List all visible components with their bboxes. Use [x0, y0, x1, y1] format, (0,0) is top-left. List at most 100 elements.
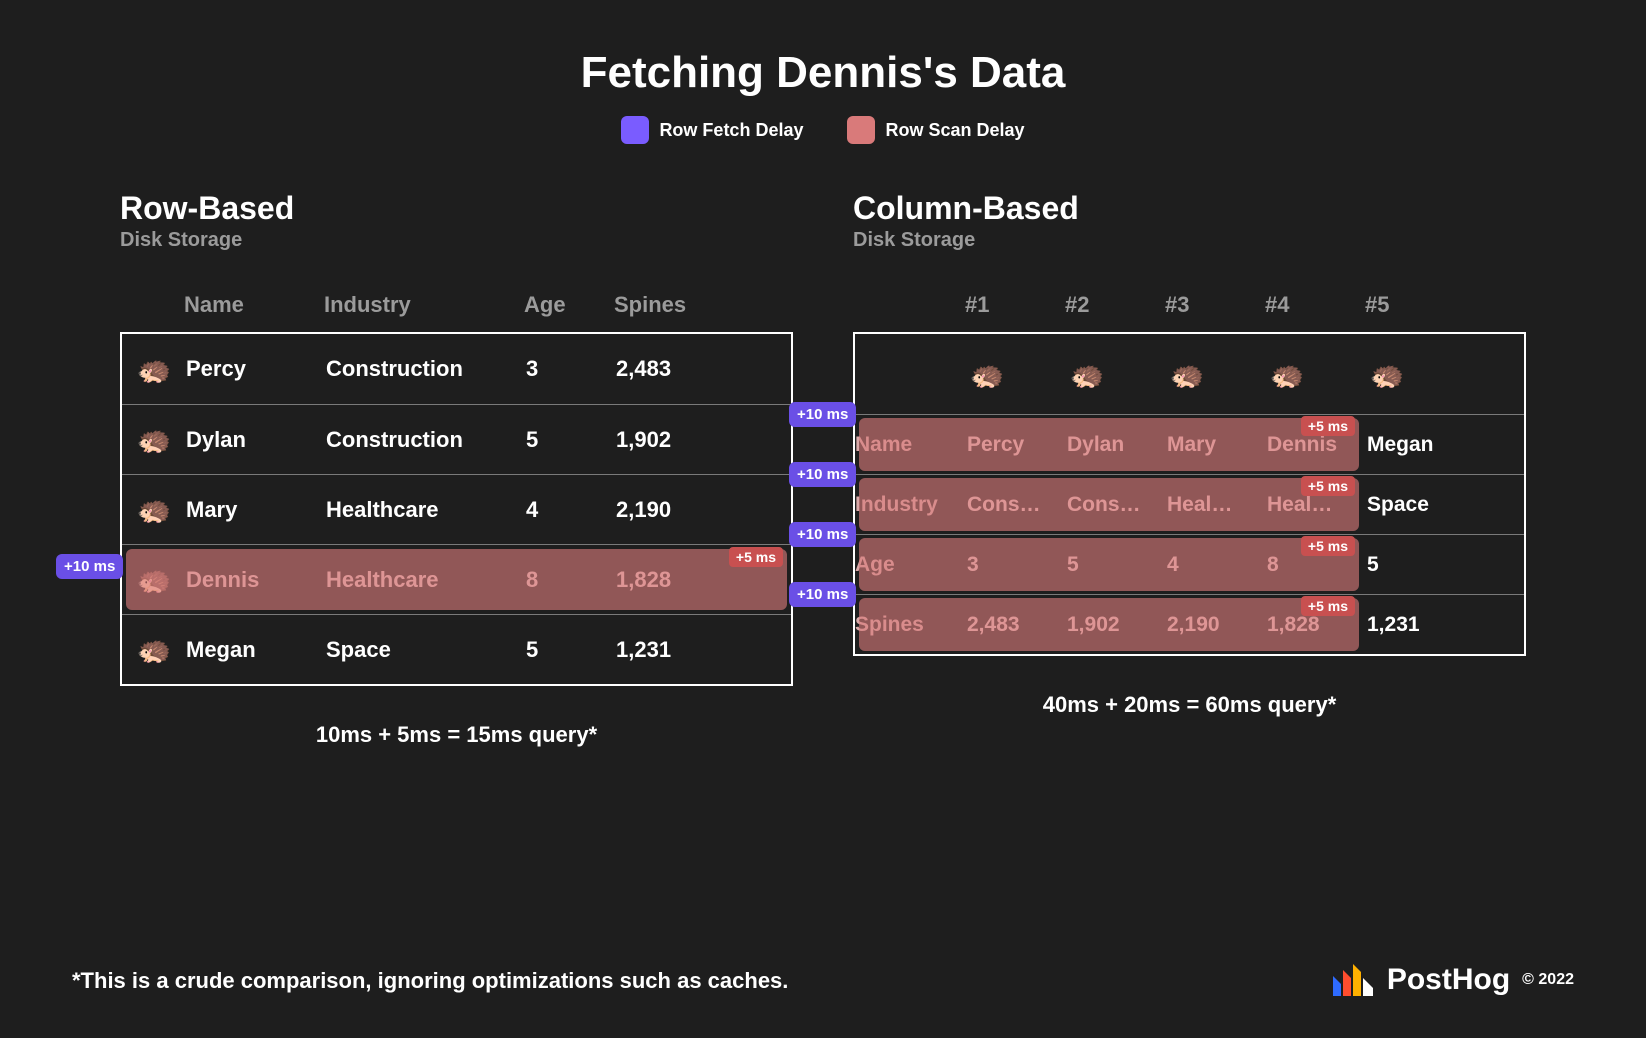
cell-spines: 2,483: [616, 356, 726, 382]
row-label: Spines: [855, 613, 967, 637]
col-header: #5: [1365, 292, 1465, 318]
fetch-delay-badge: +10 ms: [789, 462, 856, 487]
cell-name: Megan: [186, 637, 326, 663]
table-row: Age 3 5 4 8 5 +5 ms: [855, 534, 1524, 594]
legend-item-fetch: Row Fetch Delay: [621, 116, 803, 144]
cell: 1,828: [1267, 613, 1367, 637]
cell: Cons…: [967, 493, 1067, 517]
hedgehog-icon: 🦔: [134, 349, 174, 389]
col-header-industry: Industry: [324, 292, 524, 318]
fetch-delay-badge: +10 ms: [789, 402, 856, 427]
panel-col-based: Column-Based Disk Storage #1 #2 #3 #4 #5…: [853, 190, 1526, 748]
legend: Row Fetch Delay Row Scan Delay: [0, 116, 1646, 144]
swatch-scan-icon: [847, 116, 875, 144]
table-row: 🦔 Dylan Construction 5 1,902: [122, 404, 791, 474]
page-title: Fetching Dennis's Data: [0, 0, 1646, 98]
hedgehog-icon: 🦔: [1167, 354, 1207, 394]
cell: 3: [967, 553, 1067, 577]
row-label: Name: [855, 433, 967, 457]
cell: Megan: [1367, 433, 1467, 457]
cell: 1,231: [1367, 613, 1467, 637]
cell: 8: [1267, 553, 1367, 577]
cell-name: Dylan: [186, 427, 326, 453]
hedgehog-icon: 🦔: [134, 560, 174, 600]
table-row: 🦔 Dennis Healthcare 8 1,828 +5 ms: [122, 544, 791, 614]
cell: Space: [1367, 493, 1467, 517]
table-row: 🦔 Megan Space 5 1,231: [122, 614, 791, 684]
col-header-name: Name: [184, 292, 324, 318]
cell-age: 5: [526, 637, 616, 663]
cell-industry: Construction: [326, 427, 526, 453]
brand: PostHog © 2022: [1331, 962, 1574, 998]
cell-name: Mary: [186, 497, 326, 523]
cell-age: 5: [526, 427, 616, 453]
cell: Heal…: [1267, 493, 1367, 517]
col-header: #3: [1165, 292, 1265, 318]
hedgehog-icon: 🦔: [134, 490, 174, 530]
panel-subtitle-row: Disk Storage: [120, 229, 793, 252]
cell-age: 8: [526, 567, 616, 593]
row-label: Industry: [855, 493, 967, 517]
cell-spines: 1,902: [616, 427, 726, 453]
cell: Heal…: [1167, 493, 1267, 517]
cell: Percy: [967, 433, 1067, 457]
col-header-age: Age: [524, 292, 614, 318]
brand-year: © 2022: [1522, 971, 1574, 989]
hedgehog-icon: 🦔: [1067, 354, 1107, 394]
table-row: 🦔 Mary Healthcare 4 2,190: [122, 474, 791, 544]
legend-item-scan: Row Scan Delay: [847, 116, 1024, 144]
col-header: #4: [1265, 292, 1365, 318]
fetch-delay-badge: +10 ms: [56, 554, 123, 579]
cell-spines: 1,231: [616, 637, 726, 663]
cell: Cons…: [1067, 493, 1167, 517]
fetch-delay-badge: +10 ms: [789, 582, 856, 607]
cell-industry: Construction: [326, 356, 526, 382]
panel-row-based: Row-Based Disk Storage Name Industry Age…: [120, 190, 793, 748]
footnote: *This is a crude comparison, ignoring op…: [72, 968, 788, 994]
cell: 2,483: [967, 613, 1067, 637]
table-row: Industry Cons… Cons… Heal… Heal… Space +…: [855, 474, 1524, 534]
hedgehog-icon: 🦔: [134, 630, 174, 670]
cell: Dylan: [1067, 433, 1167, 457]
col-header: #2: [1065, 292, 1165, 318]
cell-industry: Healthcare: [326, 497, 526, 523]
cell-spines: 2,190: [616, 497, 726, 523]
summary-col: 40ms + 20ms = 60ms query*: [853, 692, 1526, 718]
table-row: 🦔 Percy Construction 3 2,483: [122, 334, 791, 404]
legend-fetch-label: Row Fetch Delay: [659, 120, 803, 141]
panel-title-col: Column-Based: [853, 190, 1526, 227]
cell-name: Percy: [186, 356, 326, 382]
cell: 5: [1367, 553, 1467, 577]
scan-delay-badge: +5 ms: [729, 547, 783, 567]
brand-name: PostHog: [1387, 963, 1510, 997]
cell: 1,902: [1067, 613, 1167, 637]
col-header-spines: Spines: [614, 292, 724, 318]
posthog-logo-icon: [1331, 962, 1375, 998]
summary-row: 10ms + 5ms = 15ms query*: [120, 722, 793, 748]
cell-industry: Space: [326, 637, 526, 663]
swatch-fetch-icon: [621, 116, 649, 144]
row-label: Age: [855, 553, 967, 577]
cell: Dennis: [1267, 433, 1367, 457]
legend-scan-label: Row Scan Delay: [885, 120, 1024, 141]
panel-subtitle-col: Disk Storage: [853, 229, 1526, 252]
cell: 2,190: [1167, 613, 1267, 637]
table-row: 🦔 🦔 🦔 🦔 🦔: [855, 334, 1524, 414]
cell-name: Dennis: [186, 567, 326, 593]
cell: 4: [1167, 553, 1267, 577]
cell: Mary: [1167, 433, 1267, 457]
hedgehog-icon: 🦔: [1367, 354, 1407, 394]
table-row: Name Percy Dylan Mary Dennis Megan +5 ms: [855, 414, 1524, 474]
cell: 5: [1067, 553, 1167, 577]
hedgehog-icon: 🦔: [967, 354, 1007, 394]
panel-title-row: Row-Based: [120, 190, 793, 227]
table-row: Spines 2,483 1,902 2,190 1,828 1,231 +5 …: [855, 594, 1524, 654]
cell-age: 3: [526, 356, 616, 382]
hedgehog-icon: 🦔: [1267, 354, 1307, 394]
cell-age: 4: [526, 497, 616, 523]
col-header: #1: [965, 292, 1065, 318]
cell-industry: Healthcare: [326, 567, 526, 593]
cell-spines: 1,828: [616, 567, 726, 593]
fetch-delay-badge: +10 ms: [789, 522, 856, 547]
hedgehog-icon: 🦔: [134, 420, 174, 460]
